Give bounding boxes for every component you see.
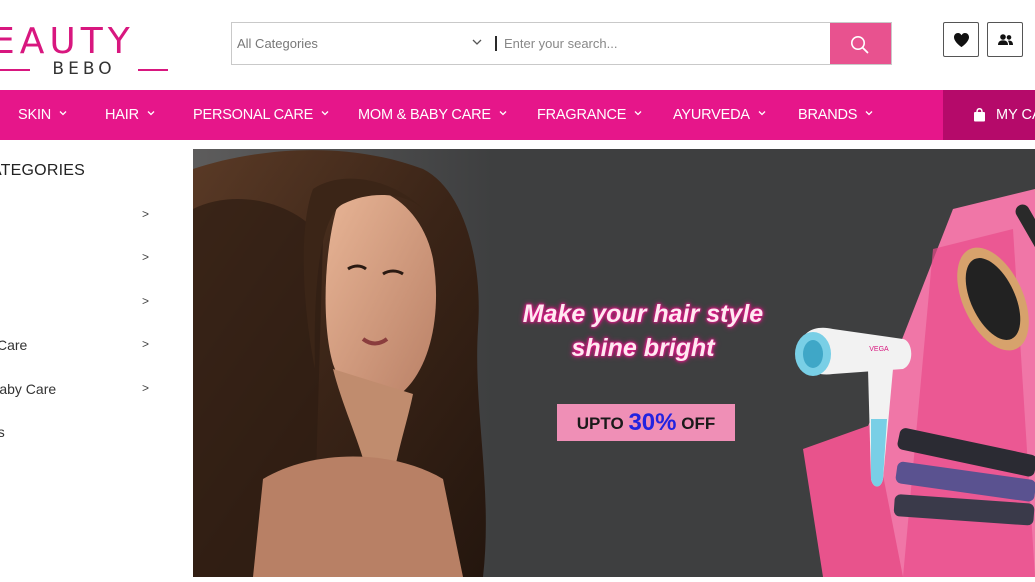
chevron-down-icon: [634, 111, 642, 116]
categories-sidebar: ATEGORIES > > > l Care > Baby Care > es n: [0, 140, 193, 582]
nav-item-mom-baby-care[interactable]: MOM & BABY CARE: [358, 90, 507, 140]
offer-badge: UPTO 30% OFF: [557, 404, 735, 441]
sidebar-item-arrow: >: [142, 381, 150, 395]
sidebar-item-personal-care[interactable]: l Care >: [0, 330, 160, 360]
offer-suffix: OFF: [681, 414, 716, 433]
offer-value: 30%: [628, 409, 677, 436]
search-divider: [495, 36, 497, 51]
category-select[interactable]: All Categories: [232, 23, 492, 64]
nav-item-fragrance[interactable]: FRAGRANCE: [537, 90, 642, 140]
nav-item-ayurveda[interactable]: AYURVEDA: [673, 90, 766, 140]
chevron-down-icon: [321, 111, 329, 116]
sidebar-item-arrow: >: [142, 337, 150, 351]
search-input[interactable]: [504, 23, 829, 64]
shopping-bag-icon: [974, 108, 985, 122]
sidebar-title: ATEGORIES: [0, 162, 85, 179]
nav-item-label: AYURVEDA: [673, 107, 750, 123]
nav-item-label: HAIR: [105, 107, 139, 123]
model-hair-image: [193, 149, 493, 577]
sidebar-item-arrow: >: [142, 250, 150, 264]
chevron-down-icon: [758, 111, 766, 116]
chevron-down-icon: [472, 39, 482, 45]
sidebar-item-label: Baby Care: [0, 381, 57, 397]
category-select-label: All Categories: [237, 36, 318, 51]
nav-item-personal-care[interactable]: PERSONAL CARE: [193, 90, 329, 140]
hair-tools-image: VEGA: [795, 189, 1035, 577]
sidebar-item[interactable]: >: [0, 243, 160, 273]
sidebar-item[interactable]: >: [0, 287, 160, 317]
nav-item-label: MOM & BABY CARE: [358, 107, 491, 123]
logo-bottom: BEBO: [0, 59, 168, 79]
logo-top-text: EAUTY: [0, 21, 135, 62]
sidebar-item[interactable]: n: [0, 461, 160, 491]
nav-item-label: PERSONAL CARE: [193, 107, 314, 123]
sidebar-item[interactable]: >: [0, 200, 160, 230]
banner-headline: Make your hair style shine bright: [493, 297, 793, 365]
nav-item-hair[interactable]: HAIR: [105, 90, 155, 140]
chevron-down-icon: [147, 111, 155, 116]
nav-item-brands[interactable]: BRANDS: [798, 90, 873, 140]
sidebar-item-label: l Care: [0, 337, 28, 353]
hero-banner[interactable]: Make your hair style shine bright UPTO 3…: [193, 149, 1035, 577]
chevron-down-icon: [865, 111, 873, 116]
sidebar-item-arrow: >: [142, 207, 150, 221]
nav-item-label: BRANDS: [798, 107, 858, 123]
sidebar-item[interactable]: es: [0, 417, 160, 447]
my-cart-label: MY CA: [996, 107, 1035, 123]
banner-headline-line-1: Make your hair style: [522, 300, 764, 328]
offer-prefix: UPTO: [576, 414, 624, 433]
logo[interactable]: EAUTY BEBO: [0, 24, 182, 80]
header: EAUTY BEBO All Categories: [0, 0, 1035, 90]
nav-item-skin[interactable]: SKIN: [18, 90, 67, 140]
nav-item-label: FRAGRANCE: [537, 107, 627, 123]
sidebar-item-arrow: >: [142, 294, 150, 308]
account-button[interactable]: [987, 22, 1023, 57]
nav-item-label: SKIN: [18, 107, 52, 123]
main-nav: SKIN HAIR PERSONAL CARE MOM & BABY CARE …: [0, 90, 1035, 140]
wishlist-button[interactable]: [943, 22, 979, 57]
users-icon: [998, 34, 1013, 45]
search-icon: [851, 36, 869, 54]
search-bar: All Categories: [231, 22, 892, 65]
sidebar-item-label: es: [0, 424, 5, 440]
banner-headline-line-2: shine bright: [571, 334, 715, 362]
chevron-down-icon: [499, 111, 507, 116]
sidebar-item-mom-baby-care[interactable]: Baby Care >: [0, 374, 160, 404]
my-cart-button[interactable]: MY CA: [943, 90, 1035, 140]
chevron-down-icon: [59, 111, 67, 116]
heart-icon: [954, 33, 969, 47]
search-button[interactable]: [830, 23, 891, 64]
logo-rule-right: [138, 69, 168, 71]
product-brand-label: VEGA: [869, 346, 889, 353]
